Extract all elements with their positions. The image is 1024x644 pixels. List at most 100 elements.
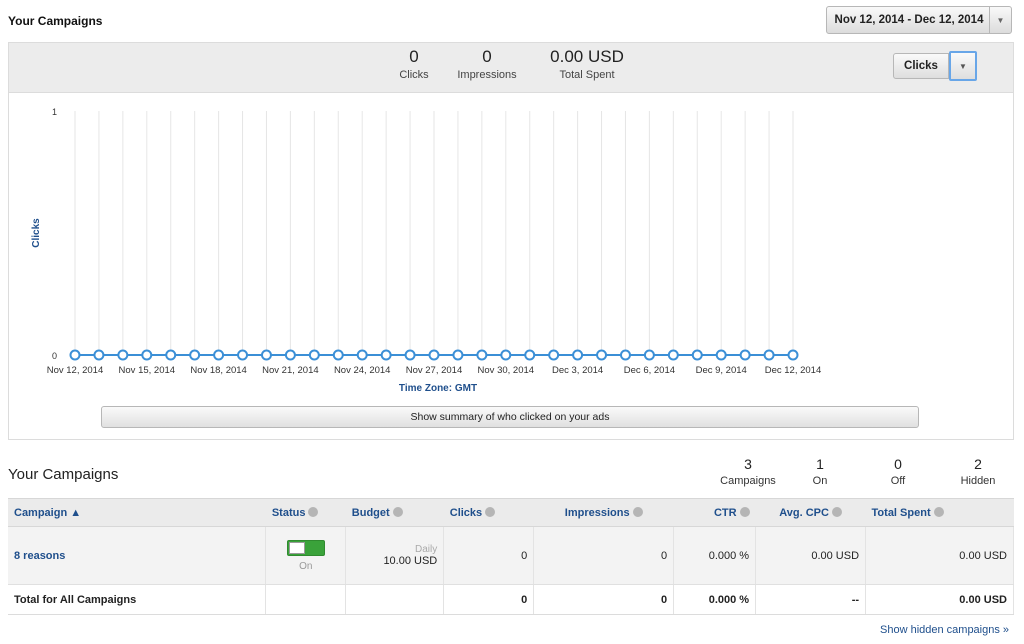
- campaign-stat-value: 2: [974, 456, 982, 472]
- stat-total-spent-value: 0.00 USD: [550, 47, 624, 66]
- campaigns-title: Your Campaigns: [8, 466, 119, 483]
- total-clicks: 0: [443, 584, 535, 615]
- help-icon[interactable]: [739, 506, 750, 517]
- data-point: [476, 349, 488, 361]
- data-point: [141, 349, 153, 361]
- campaign-stat-hidden: 2 Hidden: [938, 456, 1018, 487]
- table-row: 8 reasons On Daily 10.00 USD 0 0 0.000 %…: [8, 526, 1014, 585]
- chevron-down-icon[interactable]: ▼: [949, 51, 977, 81]
- data-point: [787, 349, 799, 361]
- stat-clicks-value: 0: [409, 47, 419, 66]
- data-point: [237, 349, 249, 361]
- show-hidden-campaigns-link[interactable]: Show hidden campaigns »: [880, 624, 1009, 636]
- help-icon[interactable]: [392, 506, 403, 517]
- data-point: [428, 349, 440, 361]
- y-tick-label: 1: [52, 107, 57, 117]
- chevron-down-icon[interactable]: ▼: [989, 7, 1011, 33]
- empty-cell: [265, 584, 347, 615]
- total-ctr: 0.000 %: [673, 584, 757, 615]
- data-point: [213, 349, 225, 361]
- data-point: [524, 349, 536, 361]
- data-point: [572, 349, 584, 361]
- x-tick-label: Nov 24, 2014: [334, 365, 391, 376]
- column-header-campaign[interactable]: Campaign ▲: [8, 498, 266, 527]
- status-toggle[interactable]: [286, 539, 325, 556]
- avg-cpc-cell: 0.00 USD: [755, 526, 867, 585]
- campaign-stat-label: Hidden: [960, 475, 996, 487]
- help-icon[interactable]: [933, 506, 944, 517]
- data-point: [308, 349, 320, 361]
- data-point: [643, 349, 655, 361]
- column-header-clicks[interactable]: Clicks: [443, 498, 534, 527]
- chart-grid: [74, 111, 794, 355]
- x-tick-label: Nov 30, 2014: [478, 365, 535, 376]
- data-point: [260, 349, 272, 361]
- help-icon[interactable]: [308, 506, 319, 517]
- data-point: [548, 349, 560, 361]
- total-spent-cell: 0.00 USD: [865, 526, 1014, 585]
- total-avg-cpc: --: [755, 584, 867, 615]
- column-header-status[interactable]: Status: [265, 498, 346, 527]
- page-title: Your Campaigns: [8, 14, 103, 28]
- data-point: [356, 349, 368, 361]
- stat-total-spent-label: Total Spent: [559, 69, 615, 81]
- y-tick-label: 0: [52, 351, 57, 361]
- y-axis-label: Clicks: [31, 218, 42, 248]
- table-header-row: Campaign ▲ Status Budget Clicks Impressi…: [8, 498, 1014, 527]
- help-icon[interactable]: [632, 506, 643, 517]
- campaign-stat-label: Campaigns: [720, 475, 776, 487]
- column-header-impressions[interactable]: Impressions: [533, 498, 674, 527]
- impressions-cell: 0: [533, 526, 675, 585]
- data-point: [500, 349, 512, 361]
- help-icon[interactable]: [485, 506, 496, 517]
- date-range-label: Nov 12, 2014 - Dec 12, 2014: [834, 14, 984, 26]
- campaign-stat-value: 3: [744, 456, 752, 472]
- clicks-cell: 0: [443, 526, 535, 585]
- ctr-cell: 0.000 %: [673, 526, 757, 585]
- column-header-ctr[interactable]: CTR: [673, 498, 756, 527]
- x-tick-label: Nov 12, 2014: [47, 365, 104, 376]
- performance-panel: 0 Clicks 0 Impressions 0.00 USD Total Sp…: [8, 42, 1014, 440]
- campaign-stat-on: 1 On: [780, 456, 860, 487]
- stat-total-spent: 0.00 USD Total Spent: [537, 47, 637, 81]
- help-icon[interactable]: [831, 506, 842, 517]
- stat-impressions-label: Impressions: [457, 69, 517, 81]
- show-summary-button[interactable]: Show summary of who clicked on your ads: [101, 406, 919, 428]
- clicks-chart: 0 1 Clicks Nov 12, 2014 Nov 15, 2014 Nov 18, …: [31, 107, 821, 394]
- budget-type: Daily: [415, 544, 438, 555]
- total-spent: 0.00 USD: [865, 584, 1014, 615]
- budget-cell: Daily 10.00 USD: [345, 526, 445, 585]
- metric-select-label[interactable]: Clicks: [893, 53, 949, 79]
- data-point: [69, 349, 81, 361]
- status-cell: On: [265, 526, 347, 585]
- data-point: [404, 349, 416, 361]
- data-point: [715, 349, 727, 361]
- date-range-selector[interactable]: Nov 12, 2014 - Dec 12, 2014 ▼: [826, 6, 1012, 34]
- data-point: [691, 349, 703, 361]
- campaign-stat-value: 1: [816, 456, 824, 472]
- data-point: [284, 349, 296, 361]
- x-axis-label: Time Zone: GMT: [399, 383, 477, 394]
- x-tick-label: Nov 15, 2014: [119, 365, 176, 376]
- column-header-avg-cpc[interactable]: Avg. CPC: [755, 498, 866, 527]
- x-tick-label: Nov 21, 2014: [262, 365, 319, 376]
- column-header-budget[interactable]: Budget: [345, 498, 444, 527]
- data-point: [93, 349, 105, 361]
- campaign-name-link[interactable]: 8 reasons: [8, 526, 267, 585]
- metric-select[interactable]: Clicks ▼: [893, 51, 977, 81]
- x-tick-label: Dec 9, 2014: [696, 365, 747, 376]
- total-row: Total for All Campaigns 0 0 0.000 % -- 0…: [8, 584, 1014, 615]
- column-header-total-spent[interactable]: Total Spent: [865, 498, 1014, 527]
- data-point: [165, 349, 177, 361]
- stat-impressions: 0 Impressions: [449, 47, 525, 81]
- x-tick-label: Dec 6, 2014: [624, 365, 675, 376]
- stat-impressions-value: 0: [482, 47, 492, 66]
- campaign-stat-campaigns: 3 Campaigns: [708, 456, 788, 487]
- x-tick-label: Dec 3, 2014: [552, 365, 603, 376]
- x-tick-label: Nov 18, 2014: [190, 365, 247, 376]
- campaigns-table: Campaign ▲ Status Budget Clicks Impressi…: [8, 498, 1014, 615]
- total-impressions: 0: [533, 584, 675, 615]
- toggle-knob: [288, 541, 305, 554]
- stat-clicks-label: Clicks: [399, 69, 429, 81]
- budget-value: 10.00 USD: [383, 555, 438, 567]
